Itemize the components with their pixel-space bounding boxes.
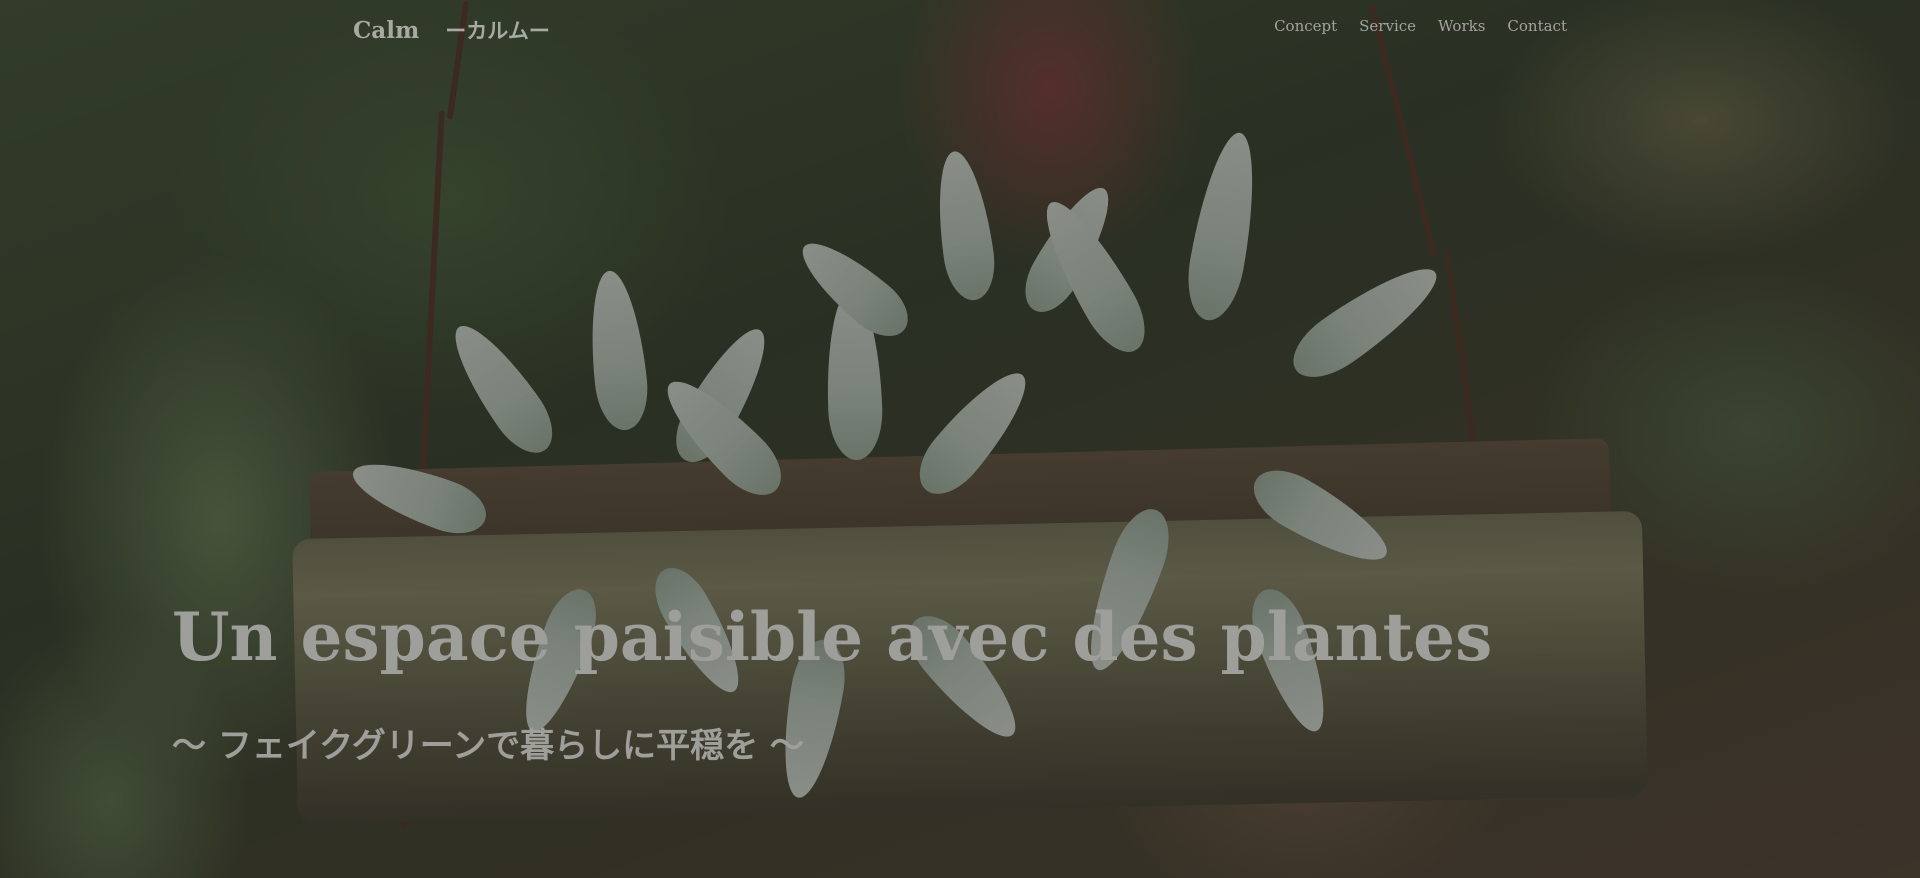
nav-link-works[interactable]: Works xyxy=(1438,17,1485,35)
main-nav: Concept Service Works Contact xyxy=(1274,17,1567,35)
site-header: Calm ーカルムー Concept Service Works Contact xyxy=(0,0,1920,56)
nav-link-contact[interactable]: Contact xyxy=(1507,17,1567,35)
site-logo[interactable]: Calm ーカルムー xyxy=(353,15,550,45)
hero-section: Calm ーカルムー Concept Service Works Contact … xyxy=(0,0,1920,878)
nav-link-concept[interactable]: Concept xyxy=(1274,17,1337,35)
hero-headline: Un espace paisible avec des plantes xyxy=(172,598,1493,676)
hero-subheadline: 〜 フェイクグリーンで暮らしに平穏を 〜 xyxy=(172,726,804,766)
nav-link-service[interactable]: Service xyxy=(1359,17,1416,35)
logo-text: Calm xyxy=(353,17,420,44)
logo-subtitle: ーカルムー xyxy=(445,18,550,43)
